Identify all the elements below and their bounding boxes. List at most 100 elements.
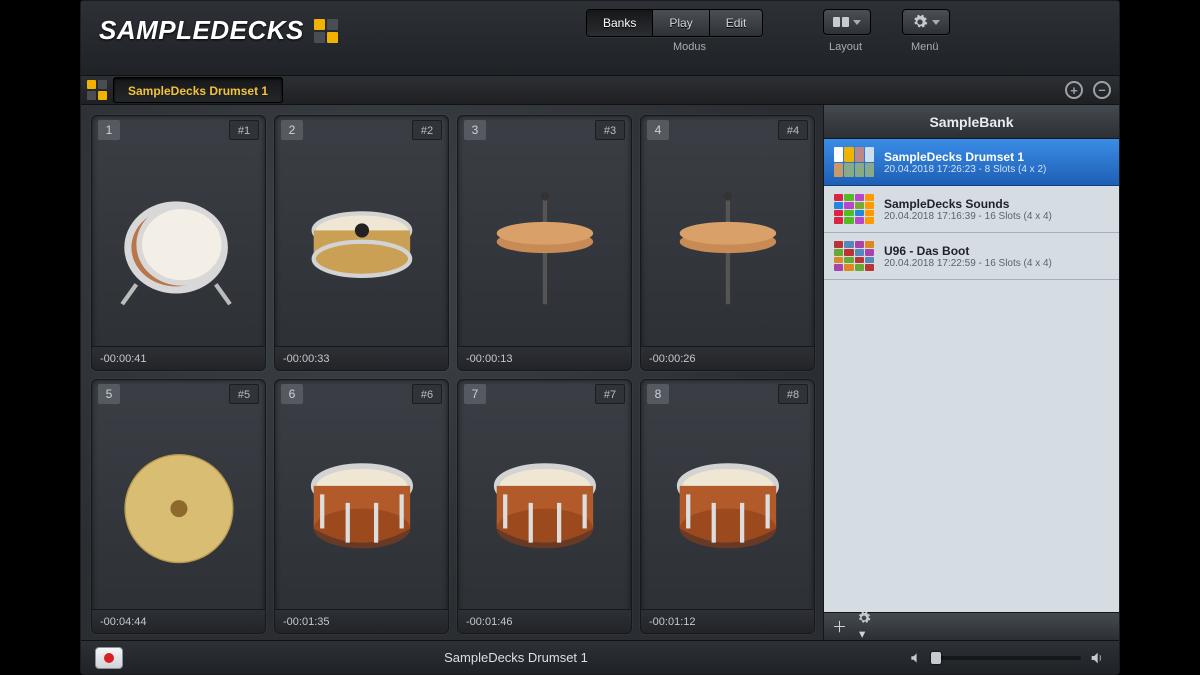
pad-channel: #1	[229, 120, 259, 140]
pad-5[interactable]: 5 #5 -00:04:44	[91, 379, 266, 635]
chevron-down-icon	[853, 20, 861, 25]
record-icon	[104, 653, 114, 663]
samplebank-item[interactable]: U96 - Das Boot 20.04.2018 17:22:59 - 16 …	[824, 233, 1119, 280]
pad-image	[92, 408, 265, 610]
pad-channel: #8	[778, 384, 808, 404]
add-bank-button[interactable]	[1063, 79, 1085, 101]
sidebar-title: SampleBank	[824, 105, 1119, 139]
sidebar-settings-button[interactable]: ▾	[857, 611, 871, 642]
pad-index: 2	[281, 120, 303, 140]
gear-icon	[857, 611, 871, 625]
plus-circle-icon	[1065, 81, 1083, 99]
pad-7[interactable]: 7 #7 -00:01:46	[457, 379, 632, 635]
samplebank-list: SampleDecks Drumset 1 20.04.2018 17:26:2…	[824, 139, 1119, 612]
bank-name: U96 - Das Boot	[884, 244, 1052, 258]
pad-time: -00:00:33	[275, 346, 448, 370]
pad-channel: #6	[412, 384, 442, 404]
pad-header: 7 #7	[458, 380, 631, 408]
pad-2[interactable]: 2 #2 -00:00:33	[274, 115, 449, 371]
bank-thumbnail	[834, 241, 874, 271]
pad-header: 6 #6	[275, 380, 448, 408]
pad-index: 1	[98, 120, 120, 140]
bank-tab-bar: SampleDecks Drumset 1	[81, 75, 1119, 105]
pad-time: -00:01:46	[458, 609, 631, 633]
app-window: SAMPLEDECKS Banks Play Edit Modus Layout…	[80, 0, 1120, 675]
app-logo: SAMPLEDECKS	[99, 15, 338, 46]
main-area: 1 #1 -00:00:41 2 #2 -00:00:33 3 #3 -00:0…	[81, 105, 1119, 640]
pad-header: 1 #1	[92, 116, 265, 144]
pad-channel: #5	[229, 384, 259, 404]
header: SAMPLEDECKS Banks Play Edit Modus Layout…	[81, 1, 1119, 75]
pad-header: 3 #3	[458, 116, 631, 144]
menu-button[interactable]	[902, 9, 950, 35]
bottom-bar: SampleDecks Drumset 1	[81, 640, 1119, 674]
pad-4[interactable]: 4 #4 -00:00:26	[640, 115, 815, 371]
pad-time: -00:01:12	[641, 609, 814, 633]
samplebank-item[interactable]: SampleDecks Sounds 20.04.2018 17:16:39 -…	[824, 186, 1119, 233]
pad-index: 7	[464, 384, 486, 404]
pad-index: 3	[464, 120, 486, 140]
bank-tab[interactable]: SampleDecks Drumset 1	[113, 77, 283, 103]
volume-control	[909, 650, 1105, 666]
pad-index: 4	[647, 120, 669, 140]
minus-circle-icon	[1093, 81, 1111, 99]
pad-header: 4 #4	[641, 116, 814, 144]
pad-time: -00:00:26	[641, 346, 814, 370]
gear-icon	[912, 14, 928, 30]
bank-name: SampleDecks Drumset 1	[884, 150, 1046, 164]
pad-1[interactable]: 1 #1 -00:00:41	[91, 115, 266, 371]
speaker-low-icon	[909, 651, 923, 665]
mode-tabs-label: Modus	[673, 41, 706, 53]
sidebar-add-button[interactable]: ＋	[832, 616, 847, 637]
mode-tabs: Banks Play Edit	[586, 9, 763, 37]
logo-icon	[314, 19, 338, 43]
samplebank-sidebar: SampleBank SampleDecks Drumset 1 20.04.2…	[823, 105, 1119, 640]
pad-header: 8 #8	[641, 380, 814, 408]
bank-icon	[87, 80, 107, 100]
volume-slider[interactable]	[931, 656, 1081, 660]
pad-image	[458, 408, 631, 610]
pad-time: -00:00:13	[458, 346, 631, 370]
pad-image	[275, 144, 448, 346]
bank-thumbnail	[834, 147, 874, 177]
pad-channel: #4	[778, 120, 808, 140]
tab-edit[interactable]: Edit	[710, 10, 763, 36]
bank-meta: 20.04.2018 17:16:39 - 16 Slots (4 x 4)	[884, 211, 1052, 222]
layout-label: Layout	[829, 41, 862, 53]
pad-image	[92, 144, 265, 346]
pad-index: 8	[647, 384, 669, 404]
pad-time: -00:00:41	[92, 346, 265, 370]
remove-bank-button[interactable]	[1091, 79, 1113, 101]
logo-text: SAMPLEDECKS	[99, 15, 304, 46]
layout-icon	[833, 17, 849, 27]
pad-index: 6	[281, 384, 303, 404]
bank-meta: 20.04.2018 17:22:59 - 16 Slots (4 x 4)	[884, 258, 1052, 269]
layout-button[interactable]	[823, 9, 871, 35]
pad-6[interactable]: 6 #6 -00:01:35	[274, 379, 449, 635]
samplebank-item[interactable]: SampleDecks Drumset 1 20.04.2018 17:26:2…	[824, 139, 1119, 186]
pad-3[interactable]: 3 #3 -00:00:13	[457, 115, 632, 371]
sidebar-footer: ＋ ▾	[824, 612, 1119, 640]
pad-header: 2 #2	[275, 116, 448, 144]
pad-image	[458, 144, 631, 346]
pad-image	[641, 408, 814, 610]
pad-time: -00:01:35	[275, 609, 448, 633]
pad-channel: #3	[595, 120, 625, 140]
pad-channel: #2	[412, 120, 442, 140]
pad-image	[641, 144, 814, 346]
record-button[interactable]	[95, 647, 123, 669]
pad-image	[275, 408, 448, 610]
pad-8[interactable]: 8 #8 -00:01:12	[640, 379, 815, 635]
menu-label: Menü	[911, 41, 939, 53]
pad-header: 5 #5	[92, 380, 265, 408]
bank-meta: 20.04.2018 17:26:23 - 8 Slots (4 x 2)	[884, 164, 1046, 175]
bank-name: SampleDecks Sounds	[884, 197, 1052, 211]
now-playing-title: SampleDecks Drumset 1	[123, 650, 909, 665]
bank-thumbnail	[834, 194, 874, 224]
chevron-down-icon	[932, 20, 940, 25]
pad-channel: #7	[595, 384, 625, 404]
tab-play[interactable]: Play	[653, 10, 709, 36]
tab-banks[interactable]: Banks	[587, 10, 653, 36]
pad-time: -00:04:44	[92, 609, 265, 633]
speaker-high-icon	[1089, 650, 1105, 666]
